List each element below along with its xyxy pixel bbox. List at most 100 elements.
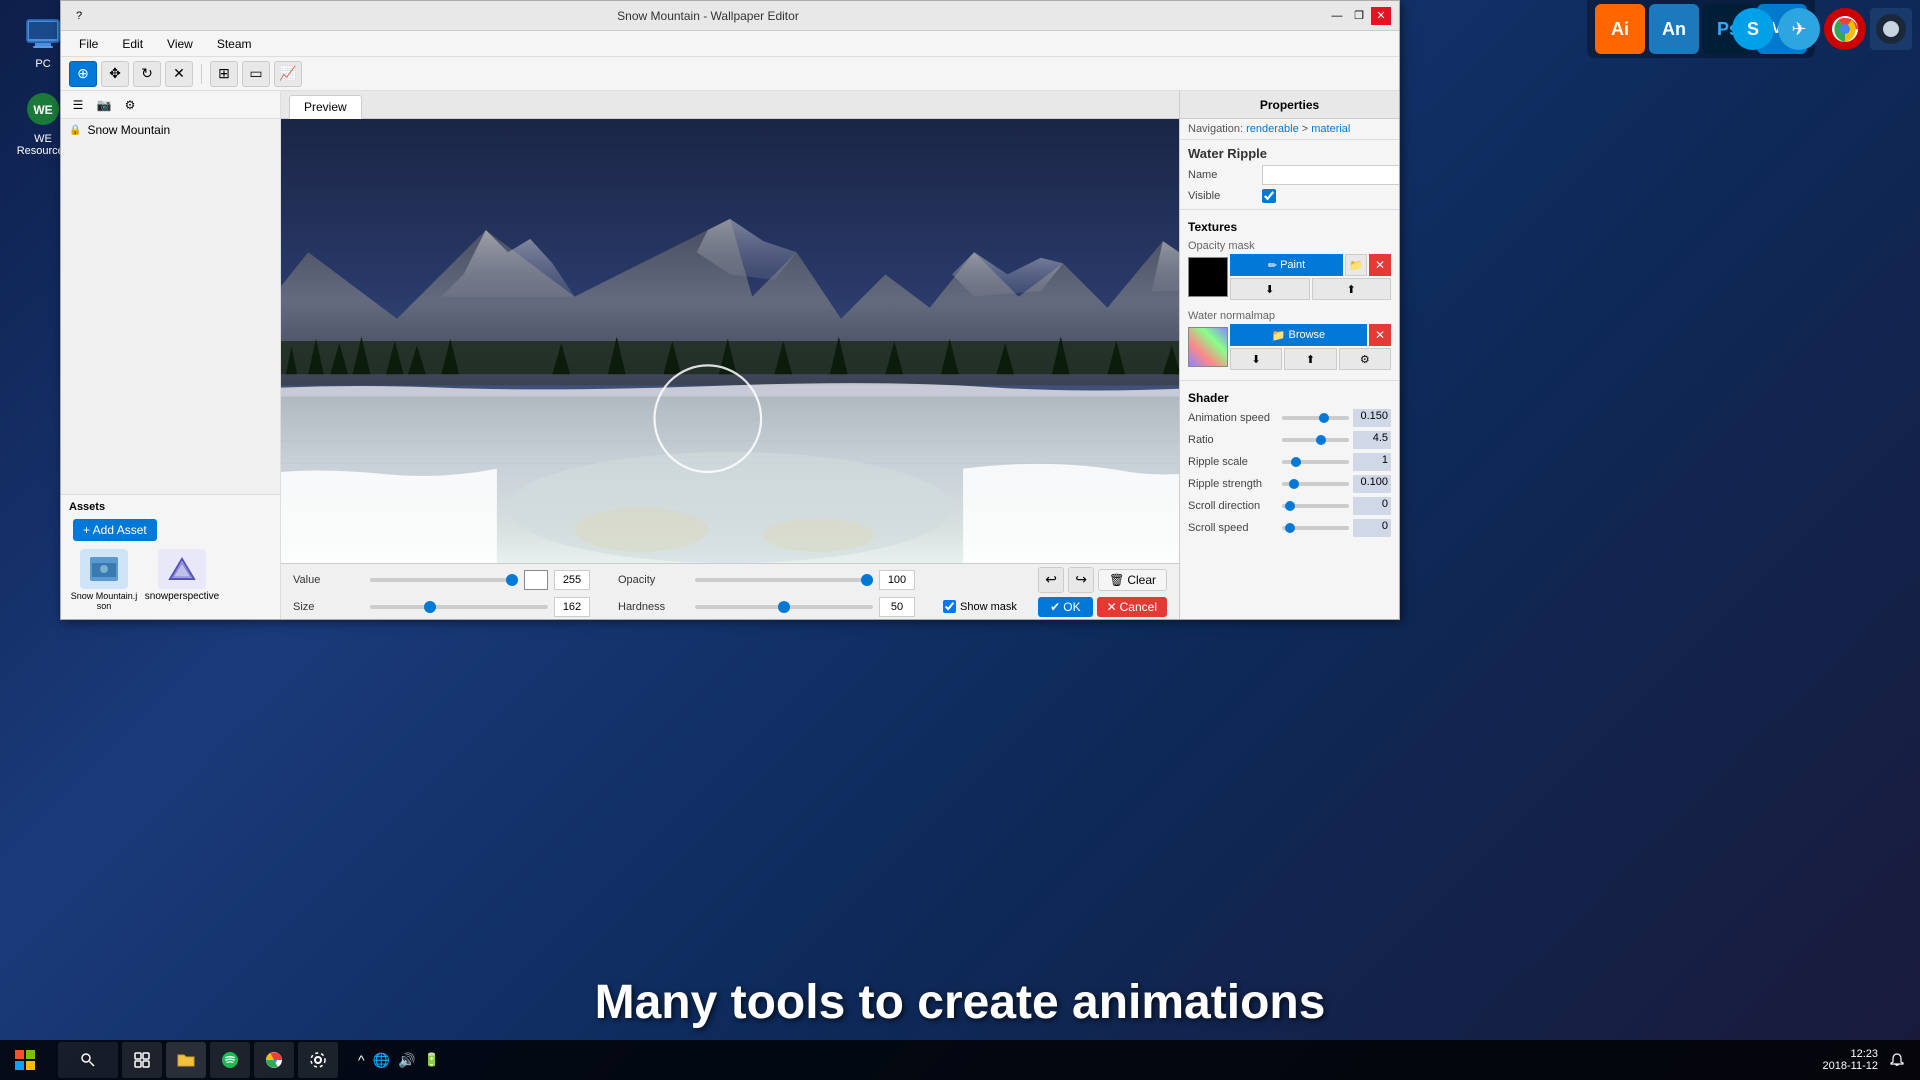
tray-battery[interactable]: 🔋 xyxy=(423,1052,439,1068)
tex-import-btn-2[interactable]: ⬇ xyxy=(1230,348,1282,370)
size-slider[interactable] xyxy=(370,605,548,609)
name-input[interactable] xyxy=(1262,165,1399,185)
notification-btn[interactable] xyxy=(1882,1052,1912,1068)
taskbar-apps xyxy=(50,1042,346,1078)
tool-chart[interactable]: 📈 xyxy=(274,61,302,87)
shader-slider-animation-speed[interactable] xyxy=(1282,416,1349,420)
shader-slider-scroll-direction[interactable] xyxy=(1282,504,1349,508)
close-btn[interactable]: ✕ xyxy=(1371,7,1391,25)
lpanel-camera-btn[interactable]: 📷 xyxy=(93,94,115,116)
app-icon-animate[interactable]: An xyxy=(1649,4,1699,54)
shader-slider-scroll-speed[interactable] xyxy=(1282,526,1349,530)
tex-del-btn-2[interactable]: ✕ xyxy=(1369,324,1391,346)
value-slider[interactable] xyxy=(370,578,518,582)
steam-taskbar-icon[interactable] xyxy=(1870,8,1912,50)
taskbar-app-chrome[interactable] xyxy=(254,1042,294,1078)
hardness-slider[interactable] xyxy=(695,605,873,609)
opacity-mask-row: ✏ Paint 📁 ✕ ⬇ ⬆ xyxy=(1188,254,1391,300)
opacity-mask-thumb xyxy=(1188,257,1228,297)
tool-close-mask[interactable]: ✕ xyxy=(165,61,193,87)
tool-grid[interactable]: ⊞ xyxy=(210,61,238,87)
taskbar-app-explorer[interactable] xyxy=(166,1042,206,1078)
shader-val-scroll-direction: 0 xyxy=(1353,497,1391,515)
date-display: 2018-11-12 xyxy=(1823,1060,1878,1072)
shader-label-animation-speed: Animation speed xyxy=(1188,412,1278,424)
shader-label-ratio: Ratio xyxy=(1188,434,1278,446)
asset-snowperspective[interactable]: snowperspective xyxy=(147,549,217,611)
tool-row-bottom: Size 162 Hardness 50 Show mask xyxy=(293,597,1167,617)
telegram-icon[interactable]: ✈ xyxy=(1778,8,1820,50)
tool-move[interactable]: ✥ xyxy=(101,61,129,87)
show-mask-label[interactable]: Show mask xyxy=(943,600,1017,613)
tab-preview[interactable]: Preview xyxy=(289,95,362,119)
shader-slider-ripple-strength[interactable] xyxy=(1282,482,1349,486)
we-resources-icon: WE xyxy=(23,89,63,129)
preview-container[interactable] xyxy=(281,119,1179,563)
shader-slider-ratio[interactable] xyxy=(1282,438,1349,442)
chrome-icon[interactable] xyxy=(1824,8,1866,50)
clear-btn[interactable]: 🗑 Clear xyxy=(1098,569,1167,591)
shader-row-ripple-scale: Ripple scale 1 xyxy=(1180,451,1399,473)
taskbar-start[interactable] xyxy=(0,1040,50,1080)
cancel-btn[interactable]: ✕ Cancel xyxy=(1097,597,1167,617)
project-item-snow-mountain[interactable]: 🔒 Snow Mountain xyxy=(61,119,280,141)
paint-label: Paint xyxy=(1280,259,1305,271)
tex-import-btn-1[interactable]: ⬇ xyxy=(1230,278,1310,300)
browse-label: Browse xyxy=(1289,329,1326,341)
menu-edit[interactable]: Edit xyxy=(112,35,153,53)
tool-refresh[interactable]: ↻ xyxy=(133,61,161,87)
skype-icon[interactable]: S xyxy=(1732,8,1774,50)
app-icon-illustrator[interactable]: Ai xyxy=(1595,4,1645,54)
tool-frame[interactable]: ▭ xyxy=(242,61,270,87)
nav-link-material[interactable]: material xyxy=(1311,123,1350,135)
cancel-label: Cancel xyxy=(1120,600,1157,614)
menu-view[interactable]: View xyxy=(157,35,203,53)
size-slider-container: 162 xyxy=(370,597,590,617)
lpanel-settings-btn[interactable]: ⚙ xyxy=(119,94,141,116)
tex-del-btn-1[interactable]: ✕ xyxy=(1369,254,1391,276)
menu-file[interactable]: File xyxy=(69,35,108,53)
menu-steam[interactable]: Steam xyxy=(207,35,262,53)
paint-btn[interactable]: ✏ Paint xyxy=(1230,254,1343,276)
tray-network[interactable]: 🌐 xyxy=(373,1052,390,1069)
nav-link-renderable[interactable]: renderable xyxy=(1246,123,1299,135)
shader-row-scroll-direction: Scroll direction 0 xyxy=(1180,495,1399,517)
tool-pan[interactable]: ⊕ xyxy=(69,61,97,87)
taskbar-app-taskview[interactable] xyxy=(122,1042,162,1078)
visible-checkbox[interactable] xyxy=(1262,189,1276,203)
tray-chevron[interactable]: ^ xyxy=(358,1052,365,1068)
title-bar: ? Snow Mountain - Wallpaper Editor — ❐ ✕ xyxy=(61,1,1399,31)
title-help-btn[interactable]: ? xyxy=(69,7,89,25)
minimize-btn[interactable]: — xyxy=(1327,7,1347,25)
restore-btn[interactable]: ❐ xyxy=(1349,7,1369,25)
paint-icon: ✏ xyxy=(1268,259,1277,272)
taskbar-app-settings[interactable] xyxy=(298,1042,338,1078)
shader-val-ripple-scale: 1 xyxy=(1353,453,1391,471)
shader-row-ratio: Ratio 4.5 xyxy=(1180,429,1399,451)
add-asset-btn[interactable]: + Add Asset xyxy=(73,519,157,541)
ok-btn[interactable]: ✔ OK xyxy=(1038,597,1092,617)
shader-slider-ripple-scale[interactable] xyxy=(1282,460,1349,464)
lpanel-list-btn[interactable]: ☰ xyxy=(67,94,89,116)
taskbar-app-search[interactable] xyxy=(58,1042,118,1078)
taskbar-app-spotify[interactable] xyxy=(210,1042,250,1078)
asset-snow-mountain-json[interactable]: Snow Mountain.json xyxy=(69,549,139,611)
asset-label-snowperspective: snowperspective xyxy=(145,591,219,602)
prop-row-name: Name xyxy=(1180,163,1399,187)
tex-folder-btn[interactable]: 📁 xyxy=(1345,254,1367,276)
show-mask-text: Show mask xyxy=(960,601,1017,613)
shader-row-animation-speed: Animation speed 0.150 xyxy=(1180,407,1399,429)
opacity-slider[interactable] xyxy=(695,578,873,582)
hardness-slider-container: 50 xyxy=(695,597,915,617)
tray-volume[interactable]: 🔊 xyxy=(398,1052,415,1069)
undo-btn[interactable]: ↩ xyxy=(1038,567,1064,593)
browse-btn[interactable]: 📁 Browse xyxy=(1230,324,1367,346)
show-mask-checkbox[interactable] xyxy=(943,600,956,613)
tex-export-btn-2[interactable]: ⬆ xyxy=(1284,348,1336,370)
tex-export-btn-1[interactable]: ⬆ xyxy=(1312,278,1392,300)
redo-btn[interactable]: ↪ xyxy=(1068,567,1094,593)
tex-settings-btn[interactable]: ⚙ xyxy=(1339,348,1391,370)
pc-label: PC xyxy=(35,58,50,70)
value-num: 255 xyxy=(554,570,590,590)
value-swatch xyxy=(524,570,548,590)
